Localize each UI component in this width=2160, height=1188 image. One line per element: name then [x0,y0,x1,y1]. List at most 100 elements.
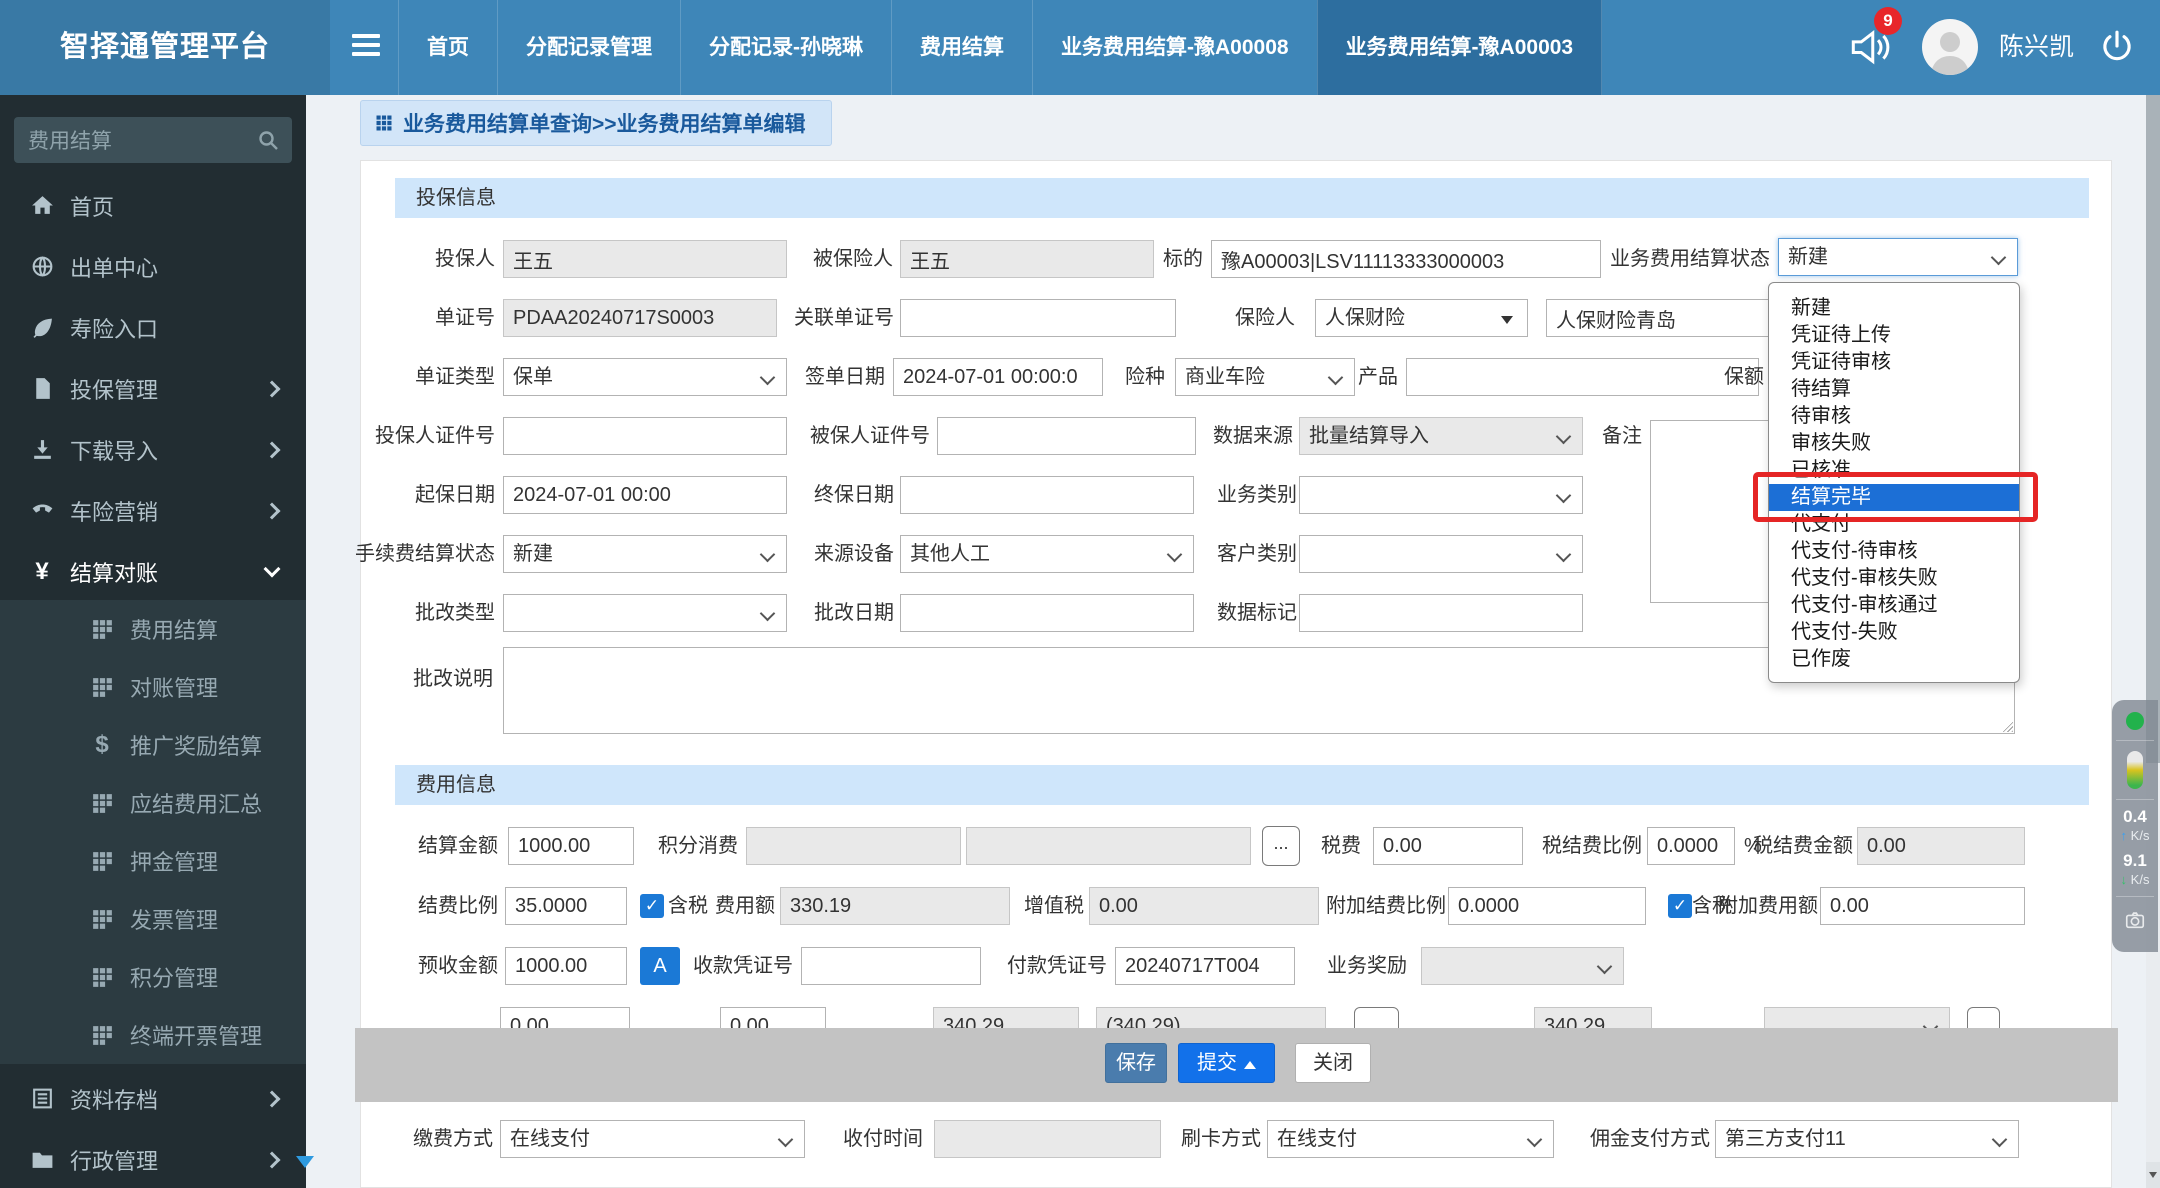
search-icon[interactable] [256,128,280,152]
page-scrollbar[interactable] [2146,95,2160,1188]
dropdown-option[interactable]: 代支付-审核失败 [1769,565,2019,592]
logout-power-icon[interactable] [2098,28,2136,66]
tax-input[interactable] [1373,827,1523,865]
save-button[interactable]: 保存 [1105,1043,1167,1083]
nav-tab[interactable]: 业务费用结算-豫A00008 [1032,0,1317,95]
close-button[interactable]: 关闭 [1295,1043,1371,1083]
extra-fee-amount-input[interactable] [1820,887,2025,925]
dropdown-option[interactable]: 凭证待审核 [1769,349,2019,376]
related-doc-no-input[interactable] [900,299,1176,337]
tax-included-checkbox-2[interactable] [1668,894,1692,918]
business-reward-select[interactable] [1421,947,1624,985]
product-input[interactable] [1406,358,1759,396]
settle-amount-input[interactable] [508,827,634,865]
card-method-select[interactable]: 在线支付 [1267,1120,1554,1158]
more-button[interactable]: ... [1262,826,1300,866]
endorse-type-select[interactable] [503,594,787,632]
sidebar-subitem[interactable]: 费用结算 [0,600,306,658]
user-name[interactable]: 陈兴凯 [1999,0,2074,95]
start-date-input[interactable] [503,476,787,514]
nav-tab[interactable]: 分配记录-孙晓琳 [680,0,891,95]
dropdown-option[interactable]: 凭证待上传 [1769,322,2019,349]
scrollbar-thumb[interactable] [2146,95,2160,763]
dropdown-option[interactable]: 待结算 [1769,376,2019,403]
sidebar-item[interactable]: 车险营销 [0,480,306,541]
sidebar-item[interactable]: 投保管理 [0,358,306,419]
sidebar-item[interactable]: 首页 [0,175,306,236]
doc-no-input[interactable] [503,299,777,337]
sidebar-subitem[interactable]: 押金管理 [0,832,306,890]
sidebar-scroll-down-indicator[interactable] [296,1156,314,1168]
pay-method-select[interactable]: 在线支付 [500,1120,805,1158]
data-source-label: 数据来源 [1213,425,1293,447]
dropdown-option[interactable]: 代支付-失败 [1769,619,2019,646]
dropdown-option[interactable]: 新建 [1769,295,2019,322]
nav-tab[interactable]: 费用结算 [891,0,1032,95]
sidebar-item[interactable]: 出单中心 [0,236,306,297]
dropdown-option[interactable]: 代支付-待审核 [1769,538,2019,565]
sidebar-search-input[interactable] [14,117,292,163]
dropdown-option[interactable]: 待审核 [1769,403,2019,430]
sidebar-subitem[interactable]: 应结费用汇总 [0,774,306,832]
tax-rate-input[interactable] [1647,827,1735,865]
insurance-type-select[interactable]: 商业车险 [1175,358,1355,396]
a-button[interactable]: A [640,947,680,985]
net-speed-widget[interactable]: 0.4 ↑ K/s 9.1 ↓ K/s [2112,700,2158,952]
receipt-no-input[interactable] [801,947,981,985]
avatar[interactable] [1922,19,1978,75]
nav-tab[interactable]: 首页 [398,0,497,95]
sidebar-subitem[interactable]: 对账管理 [0,658,306,716]
camera-icon[interactable] [2112,909,2158,936]
settle-status-select[interactable]: 新建 [1778,238,2018,276]
prepaid-amount-label: 预收金额 [418,955,498,977]
points-input-1[interactable] [746,827,961,865]
menu-label: 出单中心 [70,255,159,281]
resize-handle[interactable] [2000,719,2013,732]
doc-type-select[interactable]: 保单 [503,358,787,396]
sidebar-subitem[interactable]: $ 推广奖励结算 [0,716,306,774]
applicant-id-input[interactable] [503,417,787,455]
fee-settle-status-select[interactable]: 新建 [503,535,787,573]
sidebar-item[interactable]: 寿险入口 [0,297,306,358]
customer-category-select[interactable] [1299,535,1583,573]
extra-fee-rate-input[interactable] [1448,887,1646,925]
subject-input[interactable] [1211,240,1601,278]
commission-method-select[interactable]: 第三方支付11 [1715,1120,2019,1158]
sidebar-item[interactable]: 资料存档 [0,1068,306,1129]
prepaid-amount-input[interactable] [505,947,627,985]
tax-included-checkbox-1[interactable] [640,894,664,918]
source-device-select[interactable]: 其他人工 [900,535,1194,573]
fee-rate-input[interactable] [505,887,627,925]
sidebar-subitem[interactable]: 积分管理 [0,948,306,1006]
insurer-select[interactable]: 人保财险 [1315,299,1528,337]
dropdown-option[interactable]: 代支付-审核通过 [1769,592,2019,619]
dropdown-option[interactable]: 已作废 [1769,646,2019,673]
hamburger-menu-icon[interactable] [352,34,380,60]
end-date-input[interactable] [900,476,1194,514]
sidebar-item[interactable]: ¥ 结算对账 [0,541,306,602]
insurer-branch-input[interactable] [1546,299,1791,337]
vat-input[interactable] [1089,887,1319,925]
insured-input[interactable] [900,240,1154,278]
pay-time-input[interactable] [934,1120,1161,1158]
scrollbar-down-button[interactable] [2146,1162,2160,1188]
endorse-date-input[interactable] [900,594,1194,632]
points-input-2[interactable] [966,827,1251,865]
data-source-select[interactable]: 批量结算导入 [1299,417,1583,455]
fee-amount-input[interactable] [780,887,1010,925]
payment-no-input[interactable] [1115,947,1295,985]
dropdown-option[interactable]: 审核失败 [1769,430,2019,457]
tax-amount-input[interactable] [1857,827,2025,865]
sidebar-subitem[interactable]: 终端开票管理 [0,1006,306,1064]
sidebar-subitem[interactable]: 发票管理 [0,890,306,948]
insured-id-input[interactable] [937,417,1196,455]
data-mark-input[interactable] [1299,594,1583,632]
nav-tab[interactable]: 分配记录管理 [497,0,680,95]
sign-date-input[interactable] [893,358,1103,396]
nav-tab[interactable]: 业务费用结算-豫A00003 [1316,0,1603,95]
business-category-select[interactable] [1299,476,1583,514]
submit-button[interactable]: 提交 [1178,1043,1275,1083]
applicant-input[interactable] [503,240,787,278]
sidebar-item[interactable]: 行政管理 [0,1129,306,1188]
sidebar-item[interactable]: 下载导入 [0,419,306,480]
